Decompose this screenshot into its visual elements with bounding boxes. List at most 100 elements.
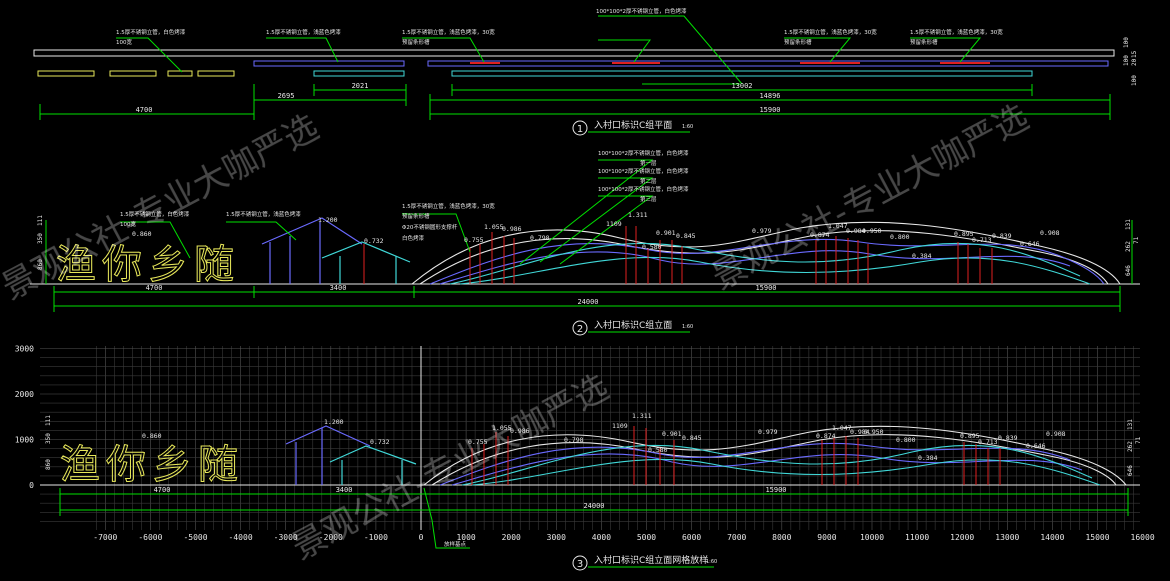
grid-height-marker: 0.845	[682, 434, 702, 442]
elevation-right-dim: 131	[1125, 219, 1132, 230]
grid-height-marker: 0.908	[1046, 430, 1066, 438]
grid-height-marker: 0.895	[960, 432, 980, 440]
grid-right-dim: 646	[1127, 465, 1134, 476]
height-marker: 0.798	[530, 234, 550, 242]
plan-note: 100宽	[116, 38, 132, 46]
grid-title-scale: 1:60	[706, 559, 717, 565]
height-marker: 0.384	[912, 252, 932, 260]
grid-left-dim: 860	[45, 459, 52, 470]
grid-left-dim: 350	[45, 433, 52, 444]
height-marker: 0.895	[954, 230, 974, 238]
height-marker: 1.200	[318, 216, 338, 224]
grid-x-tick-label: -6000	[138, 533, 162, 542]
grid-height-marker: 0.979	[758, 428, 778, 436]
grid-x-tick-label: -1000	[364, 533, 388, 542]
plan-note: 1.5厚不锈钢立管，浅蓝色烤漆	[266, 28, 341, 36]
plan-blue-bar	[313, 70, 405, 77]
grid-x-tick-label: 0	[419, 533, 424, 542]
elevation-note: 100*100*2厚不锈钢立管，白色烤漆	[598, 149, 689, 157]
grid-y-tick-label: 3000	[15, 345, 34, 354]
height-marker: 0.800	[890, 233, 910, 241]
plan-dim-label: 15900	[759, 106, 780, 114]
plan-title-scale: 1:60	[682, 124, 693, 130]
plan-note: 预留条形槽	[910, 38, 938, 46]
grid-height-marker: 0.901	[662, 430, 682, 438]
height-marker: 0.986	[502, 225, 522, 233]
elevation-pavilion-small	[321, 241, 411, 284]
grid-height-marker: 0.713	[978, 438, 998, 446]
height-marker: 0.732	[364, 237, 384, 245]
grid-x-tick-label: 1000	[456, 533, 475, 542]
grid-dim-label: 15900	[765, 486, 786, 494]
plan-note: 预留条形槽	[784, 38, 812, 46]
grid-height-marker: 1.311	[632, 412, 652, 420]
plan-note: 100*100*2厚不锈钢立管，白色烤漆	[596, 7, 687, 15]
height-marker: 0.646	[1020, 240, 1040, 248]
elevation-note: 100*100*2厚不锈钢立管，白色烤漆	[598, 167, 689, 175]
plan-title: 入村口标识C组平面	[594, 119, 672, 131]
elevation-note: 1.5厚不锈钢立管，浅蓝色烤漆，30宽	[402, 202, 495, 210]
grid-x-tick-label: 6000	[682, 533, 701, 542]
grid-height-marker: 0.580	[648, 446, 668, 454]
plan-dim-label: 13002	[731, 82, 752, 90]
grid-height-marker: 1109	[612, 422, 628, 430]
grid-x-tick-label: 9000	[817, 533, 836, 542]
plan-note: 预留条形槽	[402, 38, 430, 46]
grid-height-marker: 0.839	[998, 434, 1018, 442]
grid-height-marker: 0.950	[864, 428, 884, 436]
height-marker: 0.901	[656, 229, 676, 237]
plan-rail-white	[33, 49, 1115, 57]
elevation-title-number: 2	[577, 324, 583, 335]
grid-height-marker: 0.798	[564, 436, 584, 444]
grid-x-tick-label: 4000	[592, 533, 611, 542]
grid-x-tick-label: 15000	[1085, 533, 1109, 542]
grid-dim-label: 4700	[154, 486, 171, 494]
plan-blue-bar	[451, 70, 1033, 77]
height-marker: 0.845	[676, 232, 696, 240]
grid-base-point-note: 放样基点	[444, 540, 467, 548]
grid-dim-label: 3400	[336, 486, 353, 494]
elevation-note: 白色烤漆	[402, 234, 425, 242]
grid-left-dim: 111	[45, 415, 52, 426]
grid-x-tick-label: 10000	[860, 533, 884, 542]
height-marker: 1109	[606, 220, 622, 228]
elevation-title-scale: 1:60	[682, 324, 693, 330]
plan-note: 1.5厚不锈钢立管，白色烤漆	[116, 28, 186, 36]
height-marker: 1.311	[628, 211, 648, 219]
plan-plaque	[167, 70, 193, 77]
grid-x-tick-label: 3000	[547, 533, 566, 542]
elevation-note: 预留条形槽	[402, 212, 430, 220]
height-marker: 0.908	[1040, 229, 1060, 237]
elevation-note: 1.5厚不锈钢立管，浅蓝色烤漆	[226, 210, 301, 218]
elevation-note: 第二层	[640, 177, 657, 185]
grid-right-dim: 262	[1127, 441, 1134, 452]
plan-blue-bar	[427, 60, 1109, 67]
grid-x-tick-label: 11000	[905, 533, 929, 542]
plan-blue-bar	[253, 60, 405, 67]
plan-right-dim: 100	[1131, 75, 1138, 86]
cad-drawing-canvas: 1.5厚不锈钢立管，白色烤漆 100宽 1.5厚不锈钢立管，浅蓝色烤漆 1.5厚…	[0, 7, 1155, 571]
grid-y-tick-label: 1000	[15, 436, 34, 445]
grid-sign-text: 渔你乡随	[60, 442, 244, 488]
plan-plaque	[37, 70, 95, 77]
grid-title: 入村口标识C组立面网格放样	[594, 554, 708, 566]
elevation-pavilion	[261, 217, 363, 284]
plan-dim-label: 2695	[278, 92, 295, 100]
elevation-right-dim: 646	[1125, 265, 1132, 276]
elevation-note: 100*100*2厚不锈钢立管，白色烤漆	[598, 185, 689, 193]
grid-dim-label: 24000	[583, 502, 604, 510]
plan-note: 1.5厚不锈钢立管，浅蓝色烤漆，30宽	[784, 28, 877, 36]
plan-view: 1.5厚不锈钢立管，白色烤漆 100宽 1.5厚不锈钢立管，浅蓝色烤漆 1.5厚…	[33, 7, 1138, 136]
plan-plaque	[197, 70, 235, 77]
plan-plaque	[109, 70, 157, 77]
grid-title-number: 3	[577, 559, 583, 570]
height-marker: 0.755	[464, 236, 484, 244]
grid-x-tick-label: -4000	[229, 533, 253, 542]
grid-x-tick-label: 5000	[637, 533, 656, 542]
grid-x-tick-label: 16000	[1131, 533, 1155, 542]
height-marker: 0.950	[862, 227, 882, 235]
grid-x-tick-label: -7000	[93, 533, 117, 542]
grid-x-tick-label: 7000	[727, 533, 746, 542]
grid-x-tick-label: -5000	[183, 533, 207, 542]
elevation-dim-label: 3400	[330, 284, 347, 292]
